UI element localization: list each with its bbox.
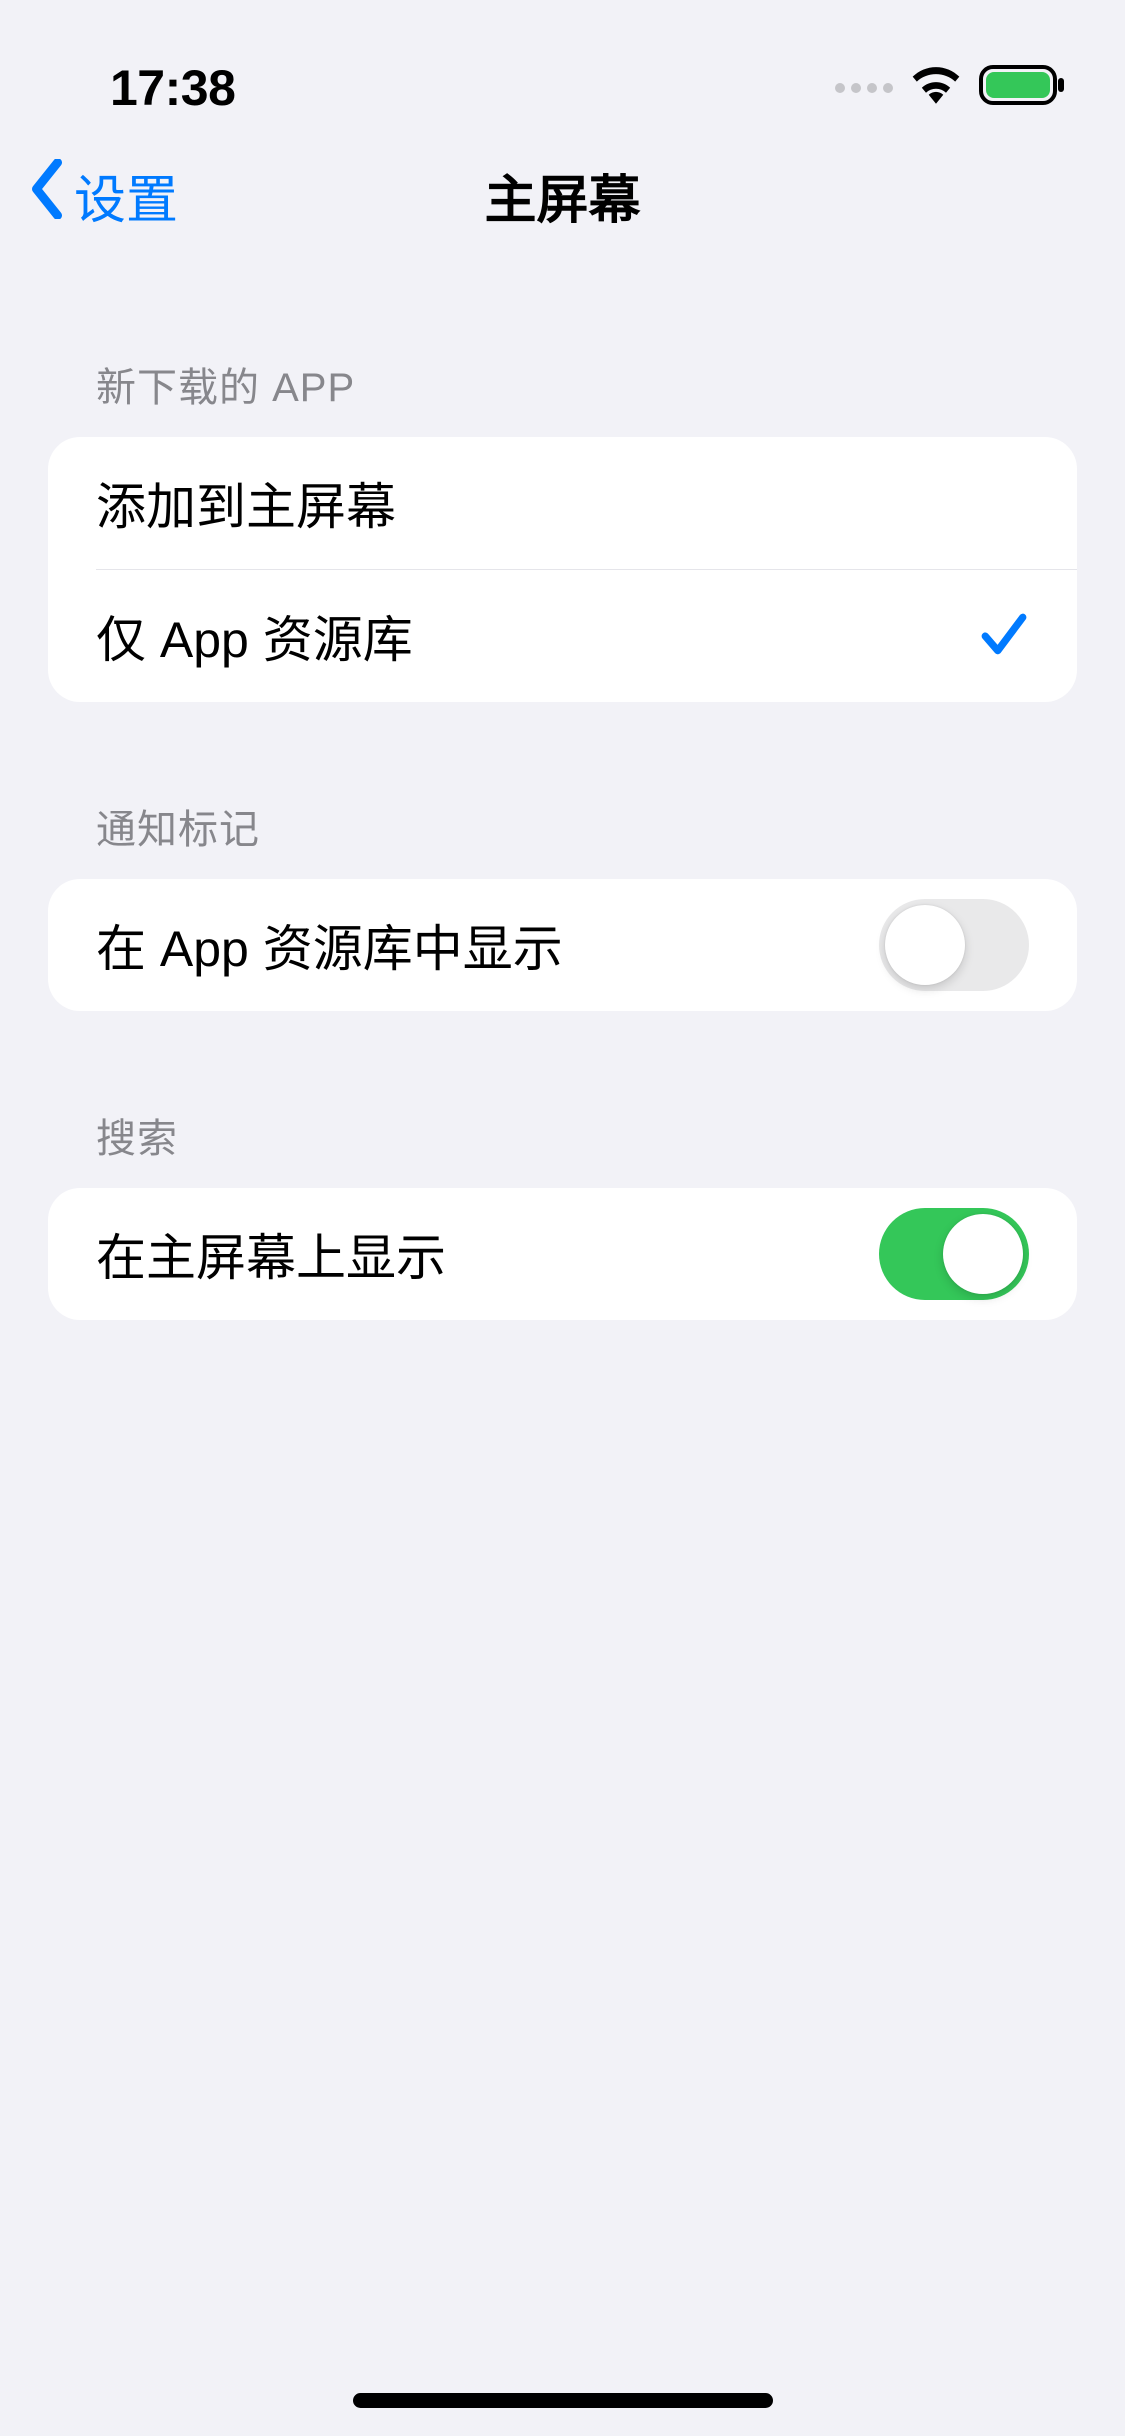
toggle-switch[interactable] <box>879 899 1029 991</box>
checkmark-icon <box>979 609 1029 664</box>
toggle-group: 在主屏幕上显示 <box>48 1188 1077 1320</box>
home-indicator[interactable] <box>353 2393 773 2408</box>
section-notification-badges: 通知标记 在 App 资源库中显示 <box>48 797 1077 1011</box>
chevron-left-icon <box>28 159 66 232</box>
section-header: 搜索 <box>48 1106 1077 1188</box>
status-time: 17:38 <box>110 59 235 117</box>
battery-icon <box>979 65 1065 110</box>
status-indicators <box>835 65 1065 110</box>
toggle-label: 在主屏幕上显示 <box>96 1218 446 1290</box>
section-search: 搜索 在主屏幕上显示 <box>48 1106 1077 1320</box>
option-group: 添加到主屏幕 仅 App 资源库 <box>48 437 1077 702</box>
option-label: 添加到主屏幕 <box>96 467 396 539</box>
page-title: 主屏幕 <box>484 158 640 233</box>
back-label: 设置 <box>74 158 178 233</box>
toggle-show-in-app-library[interactable]: 在 App 资源库中显示 <box>48 879 1077 1011</box>
signal-dots-icon <box>835 83 893 93</box>
section-header: 新下载的 APP <box>48 355 1077 437</box>
nav-bar: 设置 主屏幕 <box>0 130 1125 260</box>
toggle-group: 在 App 资源库中显示 <box>48 879 1077 1011</box>
toggle-knob <box>943 1214 1023 1294</box>
option-add-to-home-screen[interactable]: 添加到主屏幕 <box>48 437 1077 569</box>
toggle-show-on-home-screen[interactable]: 在主屏幕上显示 <box>48 1188 1077 1320</box>
wifi-icon <box>911 66 961 109</box>
section-newly-downloaded: 新下载的 APP 添加到主屏幕 仅 App 资源库 <box>48 355 1077 702</box>
toggle-knob <box>885 905 965 985</box>
back-button[interactable]: 设置 <box>28 158 178 233</box>
option-label: 仅 App 资源库 <box>96 600 413 672</box>
toggle-label: 在 App 资源库中显示 <box>96 909 563 981</box>
status-bar: 17:38 <box>0 0 1125 130</box>
toggle-switch[interactable] <box>879 1208 1029 1300</box>
section-header: 通知标记 <box>48 797 1077 879</box>
option-app-library-only[interactable]: 仅 App 资源库 <box>48 570 1077 702</box>
